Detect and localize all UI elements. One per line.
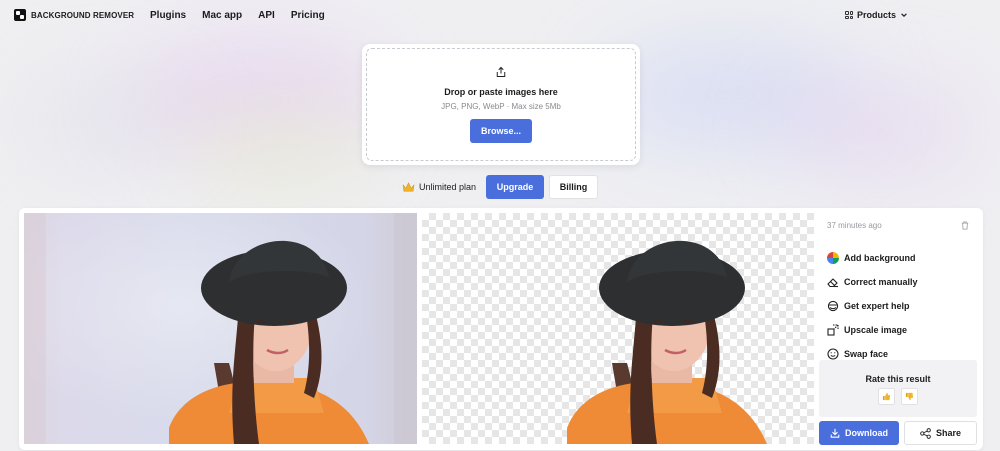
nav-plugins[interactable]: Plugins xyxy=(150,10,186,21)
browse-button[interactable]: Browse... xyxy=(470,119,532,143)
swap-face-label: Swap face xyxy=(844,349,889,359)
nav-mac-app[interactable]: Mac app xyxy=(202,10,242,21)
result-photo-woman xyxy=(567,240,767,444)
share-label: Share xyxy=(935,428,961,438)
thumbs-up-button[interactable] xyxy=(878,388,895,405)
action-list: Add background Correct manually Get expe… xyxy=(827,246,918,366)
eraser-icon xyxy=(827,278,838,288)
main-nav: Plugins Mac app API Pricing xyxy=(150,10,325,21)
correct-manually-label: Correct manually xyxy=(844,277,918,287)
trash-icon[interactable] xyxy=(961,221,969,230)
download-button[interactable]: Download xyxy=(819,421,899,445)
share-icon xyxy=(920,427,931,439)
upscale-image-label: Upscale image xyxy=(844,325,908,335)
original-photo-woman xyxy=(24,213,417,444)
action-upscale-image[interactable]: Upscale image xyxy=(827,318,918,342)
color-wheel-icon xyxy=(827,252,839,264)
plan-label: Unlimited plan xyxy=(419,182,477,192)
brand-name: BACKGROUND REMOVER xyxy=(31,10,135,20)
thumbs-down-icon xyxy=(905,392,914,401)
products-label: Products xyxy=(857,10,897,20)
result-meta: 37 minutes ago xyxy=(827,221,969,230)
action-get-expert-help[interactable]: Get expert help xyxy=(827,294,918,318)
logo-icon xyxy=(14,9,26,21)
smiley-icon xyxy=(827,348,839,360)
upload-dropzone[interactable]: Drop or paste images here JPG, PNG, WebP… xyxy=(366,48,636,161)
brand-logo[interactable]: BACKGROUND REMOVER xyxy=(14,9,134,21)
nav-api[interactable]: API xyxy=(258,10,275,21)
original-image[interactable] xyxy=(24,213,417,444)
billing-button[interactable]: Billing xyxy=(549,175,599,199)
dropzone-subtitle: JPG, PNG, WebP · Max size 5Mb xyxy=(441,102,561,111)
action-add-background[interactable]: Add background xyxy=(827,246,918,270)
result-card: 37 minutes ago Add background Correct ma… xyxy=(19,208,983,450)
upload-icon xyxy=(496,66,506,77)
crown-icon xyxy=(402,181,415,191)
download-label: Download xyxy=(845,428,888,438)
expert-icon xyxy=(827,300,839,312)
chevron-down-icon xyxy=(901,13,907,18)
result-image[interactable] xyxy=(422,213,814,444)
rating-panel: Rate this result xyxy=(819,360,977,417)
top-navigation: BACKGROUND REMOVER Plugins Mac app API P… xyxy=(0,0,1000,32)
rating-buttons xyxy=(878,388,918,405)
result-sidebar: 37 minutes ago Add background Correct ma… xyxy=(819,213,979,445)
nav-pricing[interactable]: Pricing xyxy=(291,10,325,21)
dropzone-title: Drop or paste images here xyxy=(444,87,558,97)
grid-icon xyxy=(845,11,853,19)
thumbs-down-button[interactable] xyxy=(901,388,918,405)
upload-dropzone-card[interactable]: Drop or paste images here JPG, PNG, WebP… xyxy=(362,44,640,165)
share-button[interactable]: Share xyxy=(904,421,977,445)
get-expert-help-label: Get expert help xyxy=(844,301,910,311)
action-correct-manually[interactable]: Correct manually xyxy=(827,270,918,294)
upscale-icon xyxy=(827,324,839,336)
upgrade-button[interactable]: Upgrade xyxy=(486,175,545,199)
products-menu[interactable]: Products xyxy=(845,10,908,20)
thumbs-up-icon xyxy=(882,392,891,401)
download-icon xyxy=(830,428,840,438)
plan-bar: Unlimited plan Upgrade Billing xyxy=(402,175,599,199)
add-background-label: Add background xyxy=(844,253,916,263)
rating-title: Rate this result xyxy=(865,374,931,384)
result-timestamp: 37 minutes ago xyxy=(827,221,882,230)
